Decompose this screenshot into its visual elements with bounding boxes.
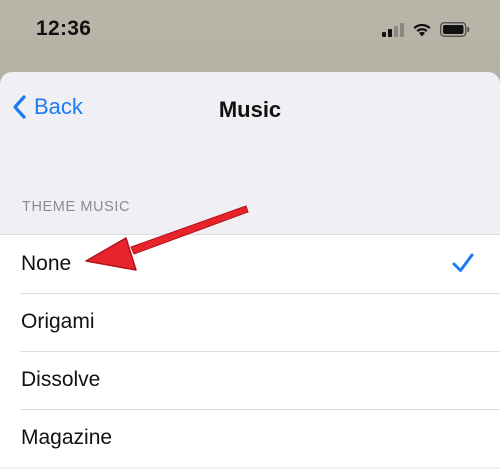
list-item-label: Magazine [21, 426, 113, 449]
page-title: Music [218, 97, 282, 122]
list-item-dissolve[interactable]: Dissolve [0, 351, 500, 409]
battery-icon [440, 22, 470, 37]
navigation-bar: Back Music [0, 72, 500, 148]
list-item-none[interactable]: None [0, 235, 500, 293]
signal-icon [382, 22, 404, 37]
status-icons [382, 22, 470, 37]
list-item-magazine[interactable]: Magazine [0, 409, 500, 467]
list-item-label: Dissolve [21, 368, 101, 391]
list-item-origami[interactable]: Origami [0, 293, 500, 351]
music-sheet: Back Music THEME MUSIC None Origami Diss… [0, 72, 500, 469]
status-time: 12:36 [36, 17, 92, 40]
section-header: THEME MUSIC [22, 199, 131, 215]
wifi-icon [413, 23, 431, 37]
list-item-label: None [21, 252, 72, 275]
theme-music-list: None Origami Dissolve Magazine [0, 234, 500, 467]
status-bar: 12:36 [0, 0, 500, 70]
list-item-label: Origami [21, 310, 95, 333]
checkmark-icon [452, 253, 474, 272]
